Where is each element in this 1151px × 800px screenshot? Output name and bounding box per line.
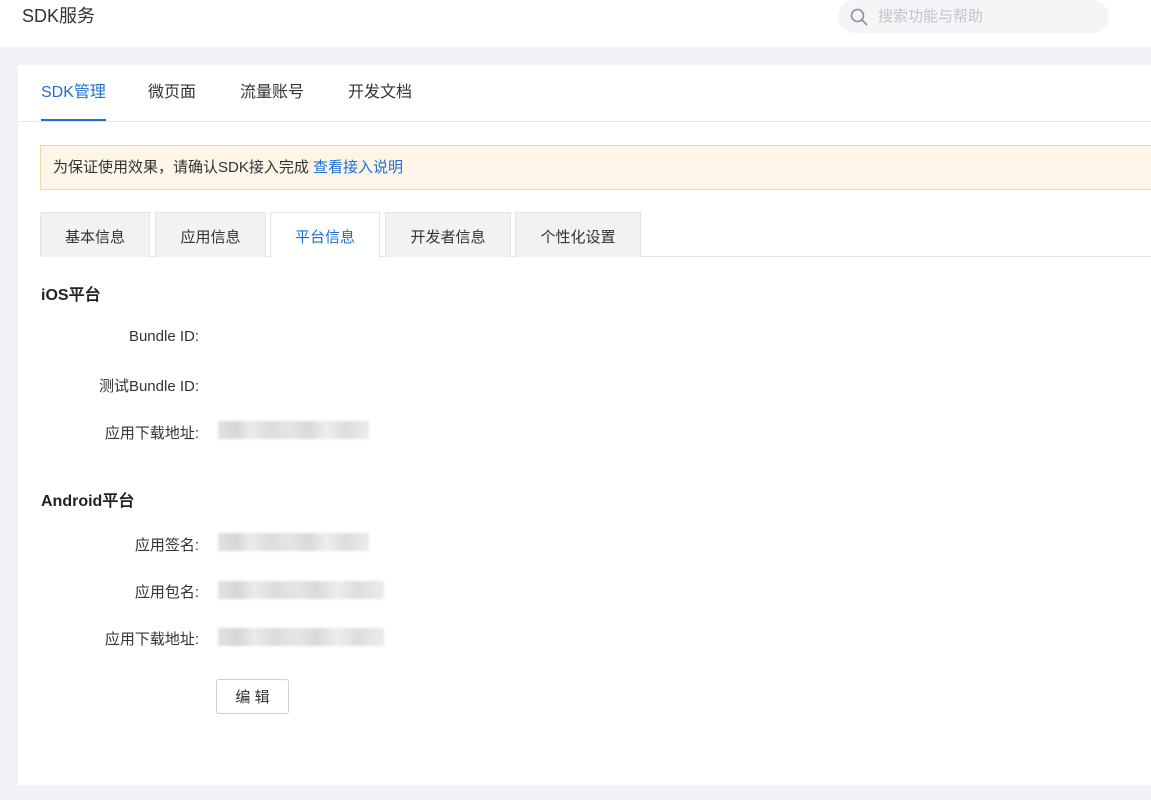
tab-platform-info[interactable]: 平台信息 — [270, 212, 380, 258]
android-download-url-value-redacted — [218, 628, 384, 646]
test-bundle-id-label: 测试Bundle ID: — [98, 378, 199, 395]
ios-section-title: iOS平台 — [41, 287, 101, 304]
tab-dev-docs[interactable]: 开发文档 — [348, 81, 412, 121]
android-download-url-label: 应用下载地址: — [104, 631, 199, 648]
top-tab-bar: SDK管理 微页面 流量账号 开发文档 — [18, 65, 1151, 122]
ios-download-url-label: 应用下载地址: — [104, 425, 199, 442]
notice-link[interactable]: 查看接入说明 — [313, 159, 403, 176]
package-name-label: 应用包名: — [134, 584, 199, 601]
left-gutter — [0, 47, 18, 800]
main-card: SDK管理 微页面 流量账号 开发文档 为保证使用效果，请确认SDK接入完成 查… — [18, 65, 1151, 785]
notice-text: 为保证使用效果，请确认SDK接入完成 — [53, 159, 314, 176]
edit-button[interactable]: 编 辑 — [216, 679, 289, 714]
tab-app-info[interactable]: 应用信息 — [155, 212, 266, 257]
tab-developer-info[interactable]: 开发者信息 — [385, 212, 511, 257]
search-box[interactable] — [838, 0, 1109, 33]
tab-micro-page[interactable]: 微页面 — [148, 81, 196, 121]
app-title: SDK服务 — [22, 6, 96, 26]
tab-sdk-management[interactable]: SDK管理 — [41, 81, 106, 121]
search-input[interactable] — [878, 8, 1088, 25]
sub-tab-bar: 基本信息 应用信息 平台信息 开发者信息 个性化设置 — [40, 212, 1151, 258]
tab-basic-info[interactable]: 基本信息 — [40, 212, 150, 257]
app-signature-label: 应用签名: — [134, 537, 199, 554]
search-icon — [850, 8, 868, 25]
package-name-value-redacted — [218, 581, 384, 599]
ios-download-url-value-redacted — [218, 421, 369, 439]
notice-banner: 为保证使用效果，请确认SDK接入完成 查看接入说明 — [40, 145, 1151, 190]
bundle-id-label: Bundle ID: — [128, 328, 199, 345]
top-bar: SDK服务 — [0, 0, 1151, 47]
android-section-title: Android平台 — [41, 493, 135, 510]
app-signature-value-redacted — [218, 533, 369, 551]
tab-personalization[interactable]: 个性化设置 — [515, 212, 641, 257]
tab-traffic-account[interactable]: 流量账号 — [240, 81, 304, 121]
